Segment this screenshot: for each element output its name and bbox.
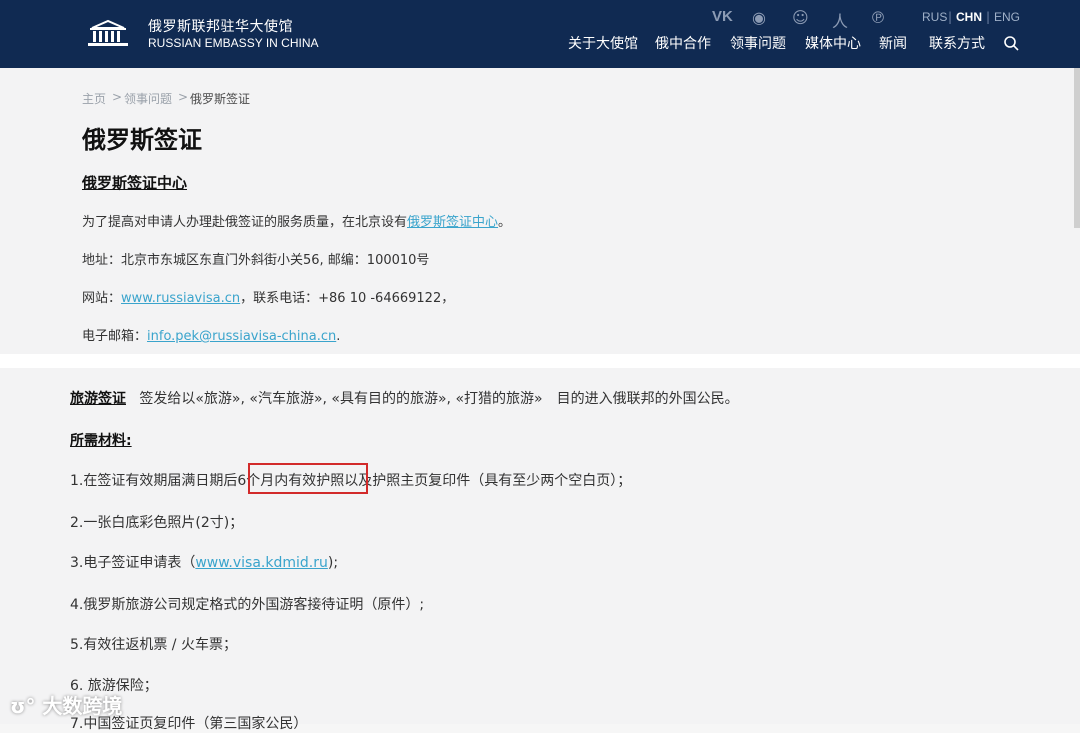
site-header: 俄罗斯联邦驻华大使馆 RUSSIAN EMBASSY IN CHINA VK ◉… — [0, 0, 1080, 68]
nav-cooperation[interactable]: 俄中合作 — [655, 33, 711, 53]
visa-center-link[interactable]: 俄罗斯签证中心 — [407, 215, 498, 230]
phone-text: ，联系电话：+86 10 -64669122， — [240, 291, 455, 306]
item3-text: 3.电子签证申请表（ — [70, 555, 196, 571]
breadcrumb-current: 俄罗斯签证 — [190, 92, 251, 106]
email-label: 电子邮箱： — [82, 329, 148, 344]
intro-text: 为了提高对申请人办理赴俄签证的服务质量，在北京设有 — [82, 215, 408, 230]
materials-label: 所需材料: — [70, 433, 132, 449]
tourist-visa-tag: 旅游签证 — [70, 391, 126, 407]
lang-separator: | — [986, 10, 991, 24]
email-link[interactable]: info.pek@russiavisa-china.cn — [147, 329, 336, 344]
wechat-icon[interactable]: ☺ — [792, 8, 809, 27]
intro-paragraph: 为了提高对申请人办理赴俄签证的服务质量，在北京设有俄罗斯签证中心。 — [82, 211, 511, 230]
visa-requirements-panel — [0, 368, 1080, 724]
item3-end: ); — [327, 555, 339, 571]
section-subtitle: 俄罗斯签证中心 — [82, 174, 188, 192]
nav-about[interactable]: 关于大使馆 — [568, 33, 638, 53]
email-paragraph: 电子邮箱：info.pek@russiavisa-china.cn. — [82, 325, 340, 344]
website-link[interactable]: www.russiavisa.cn — [121, 291, 240, 306]
nav-news[interactable]: 新闻 — [879, 33, 907, 53]
address-text: 地址：北京市东城区东直门外斜街小关56, 邮编：100010号 — [82, 253, 430, 268]
watermark: ʊ° 大数跨境 — [10, 690, 122, 719]
highlight-box — [248, 463, 368, 494]
lang-eng[interactable]: ENG — [994, 10, 1020, 24]
breadcrumb-section[interactable]: 领事问题 — [124, 90, 172, 107]
intro-period: 。 — [498, 215, 512, 230]
embassy-logo[interactable] — [82, 16, 130, 48]
divider-gap — [0, 354, 1080, 368]
douban-icon[interactable]: ℗ — [870, 8, 886, 27]
lang-rus[interactable]: RUS — [922, 10, 947, 24]
renren-icon[interactable]: 人 — [832, 8, 848, 32]
requirement-item-5: 5.有效往返机票 / 火车票； — [70, 637, 237, 653]
lang-chn[interactable]: CHN — [956, 10, 982, 24]
nav-consular[interactable]: 领事问题 — [730, 33, 786, 53]
vk-icon[interactable]: VK — [712, 8, 733, 25]
breadcrumb-separator: > — [178, 90, 189, 104]
requirement-item-3: 3.电子签证申请表（www.visa.kdmid.ru); — [70, 552, 338, 572]
requirement-item-4: 4.俄罗斯旅游公司规定格式的外国游客接待证明（原件）; — [70, 597, 425, 613]
page-title: 俄罗斯签证 — [82, 126, 202, 154]
requirement-item-2: 2.一张白底彩色照片(2寸)； — [70, 515, 244, 531]
brand-name-cn[interactable]: 俄罗斯联邦驻华大使馆 — [148, 16, 293, 36]
nav-contacts[interactable]: 联系方式 — [929, 33, 985, 53]
watermark-text: 大数跨境 — [42, 694, 123, 718]
tourist-visa-desc: 签发给以«旅游», «汽车旅游», «具有目的的旅游», «打猎的旅游» 目的进… — [139, 391, 739, 407]
nav-media[interactable]: 媒体中心 — [805, 33, 861, 53]
watermark-logo-icon: ʊ° — [10, 694, 36, 718]
tourist-visa-paragraph: 旅游签证 签发给以«旅游», «汽车旅游», «具有目的的旅游», «打猎的旅游… — [70, 388, 739, 408]
website-paragraph: 网站：www.russiavisa.cn，联系电话：+86 10 -646691… — [82, 287, 454, 306]
breadcrumb-home[interactable]: 主页 — [82, 90, 106, 107]
email-period: . — [336, 329, 341, 344]
scrollbar-thumb[interactable] — [1074, 68, 1080, 228]
kdmid-link[interactable]: www.visa.kdmid.ru — [195, 555, 328, 571]
breadcrumb-separator: > — [112, 90, 123, 104]
search-icon[interactable] — [1003, 35, 1019, 51]
website-label: 网站： — [82, 291, 122, 306]
weibo-icon[interactable]: ◉ — [752, 8, 766, 27]
brand-name-en[interactable]: RUSSIAN EMBASSY IN CHINA — [148, 36, 318, 50]
lang-separator: | — [948, 10, 953, 24]
